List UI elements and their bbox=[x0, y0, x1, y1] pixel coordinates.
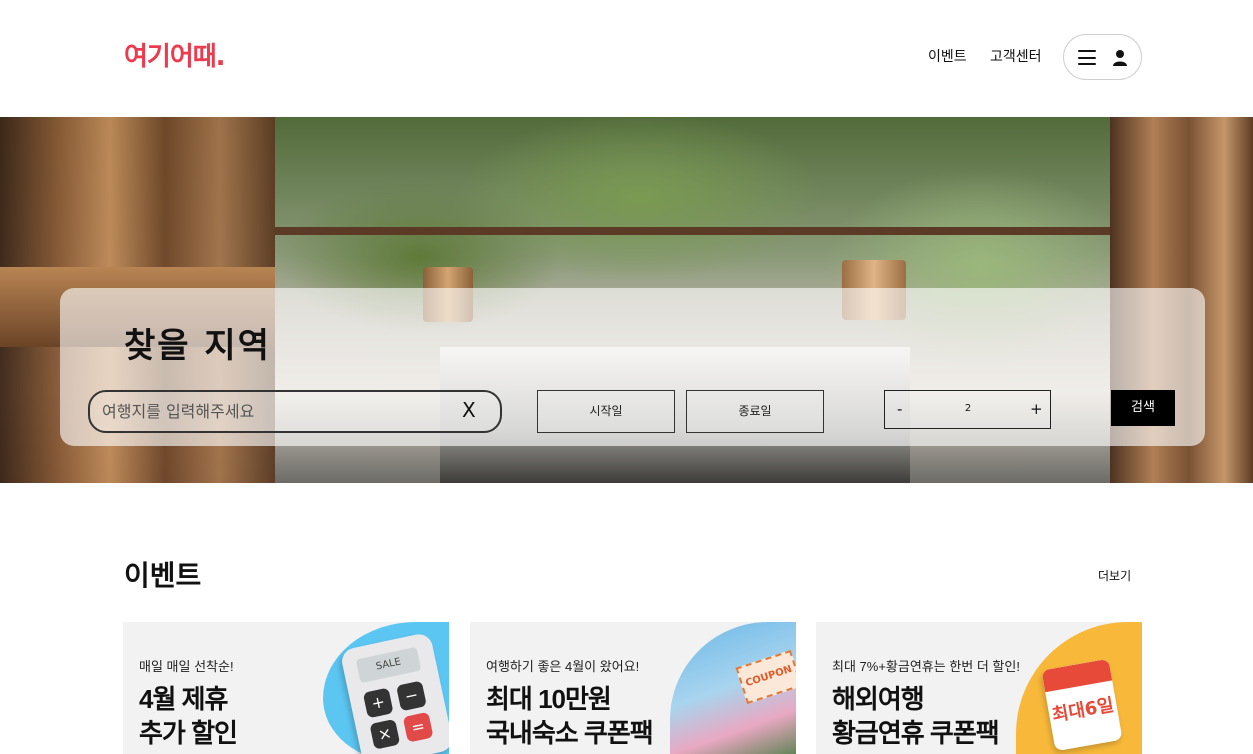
hero-fence bbox=[275, 227, 1110, 235]
event-card[interactable]: COUPON 여행하기 좋은 4월이 왔어요! 최대 10만원 국내숙소 쿠폰팩 bbox=[470, 622, 796, 754]
event-card-subtitle: 최대 7%+황금연휴는 한번 더 할인! bbox=[832, 659, 1020, 674]
calendar-image: 최대6일 bbox=[1041, 658, 1123, 752]
search-button[interactable]: 검색 bbox=[1111, 390, 1175, 426]
nav-events-link[interactable]: 이벤트 bbox=[928, 46, 967, 66]
event-card-title: 해외여행 황금연휴 쿠폰팩 bbox=[832, 682, 1000, 750]
event-card[interactable]: 최대6일 최대 7%+황금연휴는 한번 더 할인! 해외여행 황금연휴 쿠폰팩 bbox=[816, 622, 1142, 754]
event-card-title-line1: 최대 10만원 bbox=[486, 684, 612, 714]
search-title: 찾을 지역 bbox=[124, 326, 271, 366]
end-date-button[interactable]: 종료일 bbox=[686, 390, 824, 433]
guest-decrement-button[interactable]: - bbox=[897, 400, 902, 418]
calculator-screen-text: SALE bbox=[355, 646, 422, 684]
event-card-title-line1: 해외여행 bbox=[832, 684, 925, 714]
site-header: 여기어때. 이벤트 고객센터 bbox=[0, 0, 1253, 117]
event-card-title-line2: 국내숙소 쿠폰팩 bbox=[486, 718, 654, 748]
event-card-title-line2: 황금연휴 쿠폰팩 bbox=[832, 718, 1000, 748]
event-card-title: 4월 제휴 추가 할인 bbox=[139, 682, 238, 750]
clear-destination-button[interactable]: X bbox=[462, 398, 476, 422]
nav-support-link[interactable]: 고객센터 bbox=[990, 46, 1042, 66]
logo[interactable]: 여기어때. bbox=[124, 36, 226, 73]
hero-banner: 찾을 지역 X 시작일 종료일 - 2 + 검색 bbox=[0, 117, 1253, 483]
guest-stepper: - 2 + bbox=[884, 390, 1051, 429]
events-section-title: 이벤트 bbox=[124, 559, 202, 592]
event-card-title-line1: 4월 제휴 bbox=[139, 684, 228, 714]
destination-field: X bbox=[88, 390, 502, 433]
calendar-text: 최대6일 bbox=[1050, 694, 1116, 727]
event-card-title-line2: 추가 할인 bbox=[139, 718, 238, 748]
event-card-title: 최대 10만원 국내숙소 쿠폰팩 bbox=[486, 682, 654, 750]
event-card[interactable]: SALE + − × = 매일 매일 선착순! 4월 제휴 추가 할인 bbox=[123, 622, 449, 754]
events-more-link[interactable]: 더보기 bbox=[1098, 567, 1131, 584]
start-date-button[interactable]: 시작일 bbox=[537, 390, 675, 433]
event-card-subtitle: 매일 매일 선착순! bbox=[139, 659, 234, 674]
destination-input[interactable] bbox=[102, 392, 452, 431]
user-icon bbox=[1113, 50, 1127, 66]
event-card-subtitle: 여행하기 좋은 4월이 왔어요! bbox=[486, 659, 640, 674]
hamburger-menu-icon bbox=[1078, 50, 1096, 65]
guest-count: 2 bbox=[964, 403, 972, 414]
profile-menu-button[interactable] bbox=[1063, 34, 1142, 80]
guest-increment-button[interactable]: + bbox=[1030, 400, 1043, 418]
search-panel: 찾을 지역 X 시작일 종료일 - 2 + 검색 bbox=[60, 288, 1205, 446]
